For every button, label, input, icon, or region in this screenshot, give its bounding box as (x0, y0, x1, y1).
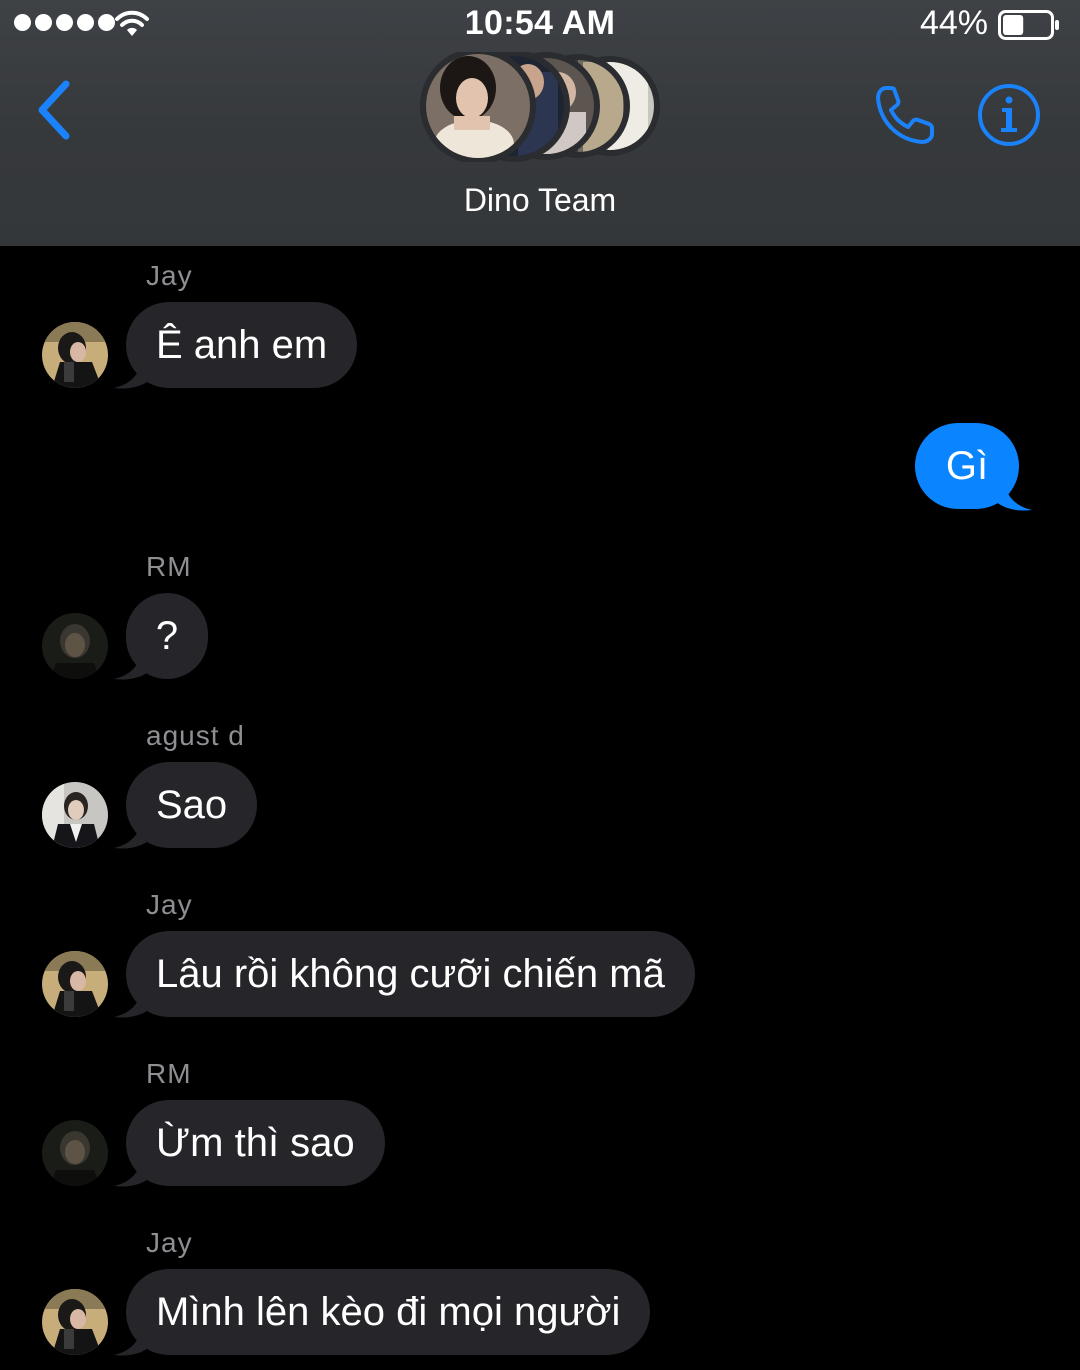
message-bubble[interactable]: Sao (126, 762, 258, 848)
avatar[interactable] (42, 1289, 108, 1355)
message-bubble[interactable]: Lâu rồi không cưỡi chiến mã (126, 931, 695, 1017)
avatar[interactable] (42, 951, 108, 1017)
message-bubble[interactable]: Ừm thì sao (126, 1100, 385, 1186)
message-bubble[interactable]: Mình lên kèo đi mọi người (126, 1269, 651, 1355)
battery-icon (998, 10, 1059, 40)
message-bubble[interactable]: Gì (915, 423, 1019, 509)
status-bar: 10:54 AM 44% (0, 0, 1080, 50)
avatar[interactable] (42, 1120, 108, 1186)
group-name[interactable]: Dino Team (0, 182, 1080, 219)
sender-name: RM (146, 1058, 192, 1089)
sender-name: agust d (146, 720, 245, 751)
group-avatar-stack[interactable] (418, 52, 662, 162)
message-bubble[interactable]: ? (126, 593, 208, 679)
back-button[interactable] (30, 78, 86, 142)
avatar[interactable] (42, 322, 108, 388)
sender-name: RM (146, 551, 192, 582)
avatar[interactable] (42, 782, 108, 848)
conversation-header: 10:54 AM 44% Dino Team (0, 0, 1080, 246)
battery-percentage: 44% (919, 4, 988, 42)
message-bubble[interactable]: Ê anh em (126, 302, 358, 388)
info-icon[interactable] (976, 82, 1042, 148)
sender-name: Jay (146, 889, 193, 920)
phone-icon[interactable] (870, 80, 940, 150)
sender-name: Jay (146, 1227, 193, 1258)
sender-name: Jay (146, 260, 193, 291)
status-time: 10:54 AM (464, 4, 616, 42)
avatar[interactable] (42, 613, 108, 679)
